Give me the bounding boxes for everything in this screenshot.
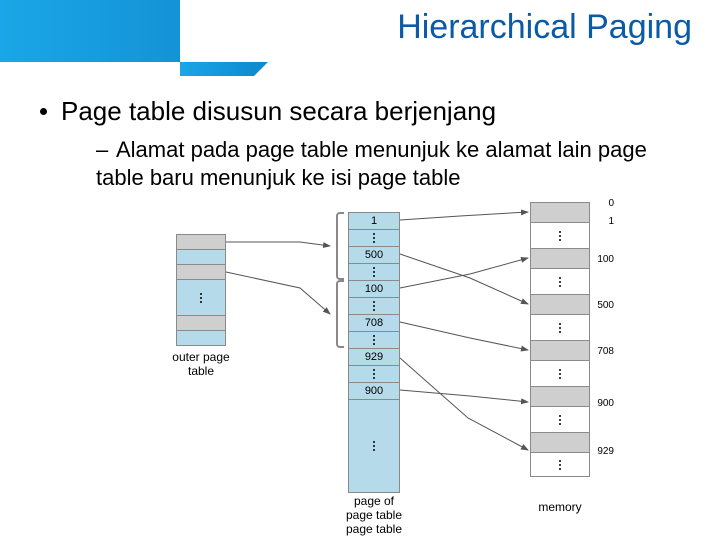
vdots-icon (177, 279, 225, 315)
brace-top (336, 212, 344, 280)
caption-memory: memory (530, 500, 590, 514)
vdots-icon (349, 229, 399, 246)
outer-page-table (176, 234, 226, 346)
mem-num: 900 (592, 398, 614, 409)
vdots-icon (349, 263, 399, 280)
vdots-icon (531, 406, 589, 432)
caption-mid-bottom: page table (336, 522, 412, 536)
caption-outer: outer page table (160, 350, 242, 378)
diagram: outer page table 1 500 100 708 929 900 p… (0, 198, 720, 538)
mem-num: 1 (592, 216, 614, 227)
vdots-icon (531, 268, 589, 294)
vdots-icon (349, 331, 399, 348)
dash-icon: – (96, 136, 108, 164)
header-flag (180, 62, 254, 76)
bullet-level2: –Alamat pada page table menunjuk ke alam… (96, 136, 680, 191)
caption-mid-top: page of page table (336, 494, 412, 522)
vdots-icon (531, 222, 589, 248)
bullet-text: Page table disusun secara berjenjang (61, 96, 496, 126)
vdots-icon (349, 365, 399, 382)
vdots-icon (531, 452, 589, 476)
mid-cell: 500 (349, 246, 399, 263)
bullet-level1: Page table disusun secara berjenjang (40, 96, 496, 127)
header-accent (0, 0, 180, 62)
mem-num: 708 (592, 346, 614, 357)
mem-num: 929 (592, 446, 614, 457)
page-title: Hierarchical Paging (397, 8, 692, 47)
mid-cell: 929 (349, 348, 399, 365)
mid-cell: 900 (349, 382, 399, 399)
sub-text: Alamat pada page table menunjuk ke alama… (96, 137, 647, 190)
vdots-icon (349, 399, 399, 492)
mem-num: 500 (592, 300, 614, 311)
vdots-icon (531, 360, 589, 386)
vdots-icon (349, 297, 399, 314)
mid-cell: 100 (349, 280, 399, 297)
page-of-page-table: 1 500 100 708 929 900 (348, 212, 400, 493)
bullet-dot (40, 108, 47, 115)
mid-cell: 1 (349, 212, 399, 229)
mem-num: 100 (592, 254, 614, 265)
memory-column (530, 202, 590, 477)
mem-num: 0 (592, 198, 614, 209)
brace-bottom (336, 280, 344, 348)
mid-cell: 708 (349, 314, 399, 331)
vdots-icon (531, 314, 589, 340)
